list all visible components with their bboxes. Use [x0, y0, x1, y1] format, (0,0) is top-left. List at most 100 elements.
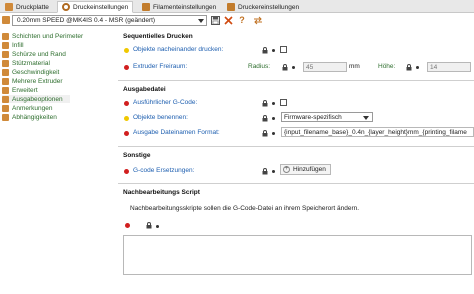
sidebar-item-label: Erweitert: [12, 86, 38, 94]
sidebar-item-multi-extruder[interactable]: Mehrere Extruder: [2, 77, 63, 85]
notes-icon: [2, 104, 9, 112]
radius-unit: mm: [349, 63, 360, 70]
lock-icon: [262, 100, 268, 107]
lock-icon: [262, 130, 268, 137]
postprocess-script-textarea[interactable]: [123, 235, 472, 275]
sidebar-item-label: Ausgabeoptionen: [12, 95, 63, 103]
objects-sequential-checkbox[interactable]: [280, 46, 287, 53]
sidebar-item-advanced[interactable]: Erweitert: [2, 86, 38, 94]
advanced-icon: [2, 86, 9, 94]
yellow-dot-icon: [124, 116, 129, 121]
radius-label: Radius:: [248, 63, 271, 70]
red-dot-icon: [124, 131, 129, 136]
sidebar-item-label: Stützmaterial: [12, 59, 50, 67]
label-objects-label: Objekte benennen:: [133, 114, 188, 121]
spool-icon: [142, 3, 150, 11]
lock-icon: [262, 47, 268, 54]
bullet-icon: [292, 66, 295, 69]
tab-filamenteinstellungen[interactable]: Filamenteinstellungen: [137, 1, 221, 13]
sidebar-item-label: Schichten und Perimeter: [12, 32, 84, 40]
red-dot-icon: [124, 65, 129, 70]
sidebar-item-output[interactable]: Ausgabeoptionen: [2, 95, 70, 103]
layers-icon: [2, 32, 9, 40]
lock-icon: [262, 115, 268, 122]
sidebar-item-label: Schürze und Rand: [12, 50, 66, 58]
label-objects-select[interactable]: Firmware-spezifisch: [281, 112, 373, 122]
lock-icon: [406, 64, 412, 71]
printer-bed-icon: [5, 3, 13, 11]
section-title-output: Ausgabedatei: [123, 86, 166, 93]
sidebar-item-skirt[interactable]: Schürze und Rand: [2, 50, 66, 58]
sidebar-item-label: Anmerkungen: [12, 104, 53, 112]
extruder-icon: [2, 77, 9, 85]
filename-format-label: Ausgabe Dateinamen Format:: [133, 129, 220, 136]
compare-icon[interactable]: [253, 16, 263, 25]
tab-label: Filamenteinstellungen: [153, 3, 217, 11]
section-title-other: Sonstige: [123, 152, 151, 159]
preset-select[interactable]: 0.20mm SPEED @MK4IS 0.4 - MSR (geändert): [12, 15, 207, 26]
verbose-gcode-label: Ausführlicher G-Code:: [133, 99, 198, 106]
save-icon[interactable]: [210, 16, 220, 25]
sidebar-item-support[interactable]: Stützmaterial: [2, 59, 50, 67]
add-substitution-button[interactable]: + Hinzufügen: [280, 164, 331, 175]
plus-circle-icon: +: [283, 166, 290, 173]
delete-icon[interactable]: [223, 16, 233, 25]
sidebar-item-schichten[interactable]: Schichten und Perimeter: [2, 32, 83, 40]
height-label: Höhe:: [378, 63, 396, 70]
preset-value: 0.20mm SPEED @MK4IS 0.4 - MSR (geändert): [17, 17, 156, 24]
verbose-gcode-checkbox[interactable]: [280, 99, 287, 106]
dependencies-icon: [2, 113, 9, 121]
radius-input[interactable]: 45: [303, 62, 347, 72]
sidebar-item-dependencies[interactable]: Abhängigkeiten: [2, 113, 57, 121]
sidebar-item-speed[interactable]: Geschwindigkeit: [2, 68, 59, 76]
tab-druckplatte[interactable]: Druckplatte: [0, 1, 54, 13]
tab-label: Druckplatte: [16, 3, 49, 11]
lock-icon: [262, 168, 268, 175]
sidebar-item-label: Mehrere Extruder: [12, 77, 63, 85]
red-dot-icon: [125, 223, 130, 228]
filename-format-input[interactable]: {input_filename_base}_0.4n_{layer_height…: [281, 127, 474, 137]
red-dot-icon: [124, 101, 129, 106]
help-icon[interactable]: ?: [238, 16, 246, 25]
lock-icon: [146, 222, 152, 229]
chevron-down-icon: [198, 19, 204, 23]
height-input[interactable]: 14: [427, 62, 471, 72]
tab-druckeinstellungen[interactable]: Druckeinstellungen: [57, 1, 134, 13]
bullet-icon: [416, 66, 419, 69]
gcode-substitutions-label: G-code Ersetzungen:: [133, 167, 195, 174]
sidebar: Schichten und Perimeter Infill Schürze u…: [0, 28, 118, 294]
bullet-icon: [272, 102, 275, 105]
yellow-dot-icon: [124, 48, 129, 53]
postprocess-description: Nachbearbeitungsskripte sollen die G-Cod…: [130, 205, 360, 212]
bullet-icon: [272, 170, 275, 173]
tab-label: Druckeinstellungen: [73, 3, 129, 11]
section-title-postprocess: Nachbearbeitungs Script: [123, 189, 200, 196]
gear-icon: [62, 3, 70, 11]
extruder-clearance-label: Extruder Freiraum:: [133, 63, 188, 70]
chevron-down-icon: [363, 116, 369, 120]
sidebar-item-label: Abhängigkeiten: [12, 113, 57, 121]
add-button-label: Hinzufügen: [293, 166, 326, 173]
output-icon: [2, 95, 9, 103]
printer-icon: [227, 3, 235, 11]
tab-bar: Druckplatte Druckeinstellungen Filamente…: [0, 0, 474, 13]
speed-icon: [2, 68, 9, 76]
bullet-icon: [272, 117, 275, 120]
red-dot-icon: [124, 169, 129, 174]
bullet-icon: [272, 132, 275, 135]
support-icon: [2, 59, 9, 67]
sidebar-item-label: Infill: [12, 41, 24, 49]
bullet-icon: [272, 49, 275, 52]
tab-druckereinstellungen[interactable]: Druckereinstellungen: [222, 1, 304, 13]
section-title-sequential: Sequentielles Drucken: [123, 33, 193, 40]
sidebar-item-notes[interactable]: Anmerkungen: [2, 104, 52, 112]
skirt-icon: [2, 50, 9, 58]
label-objects-value: Firmware-spezifisch: [284, 113, 342, 121]
bullet-icon: [156, 225, 159, 228]
sidebar-item-label: Geschwindigkeit: [12, 68, 60, 76]
infill-icon: [2, 41, 9, 49]
lock-icon: [282, 64, 288, 71]
sidebar-item-infill[interactable]: Infill: [2, 41, 24, 49]
preset-printer-icon: [2, 16, 10, 24]
tab-label: Druckereinstellungen: [238, 3, 300, 11]
